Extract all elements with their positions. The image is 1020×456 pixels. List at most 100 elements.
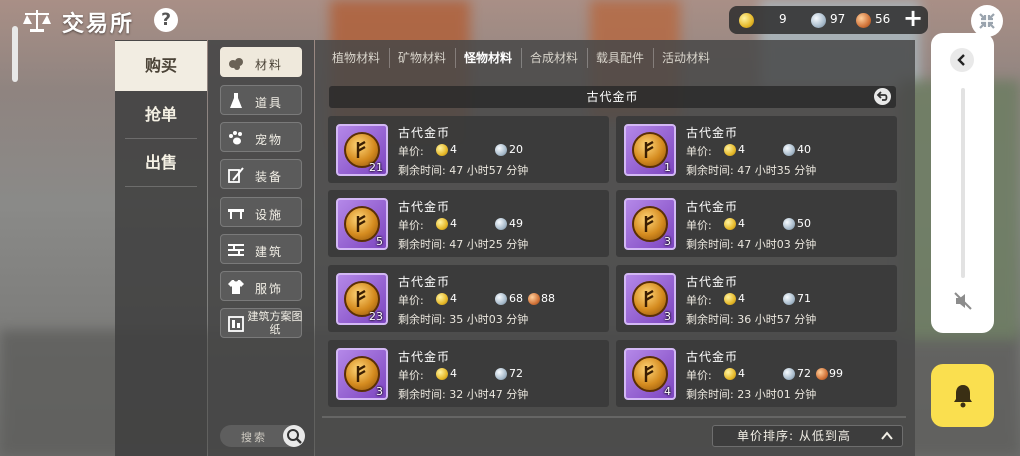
item-quantity: 21 [369,161,383,174]
gold-coin-icon [436,218,448,230]
silver-coin-icon [783,144,795,156]
copper-amount: 56 [875,12,891,26]
price-label: 单价: [686,219,712,232]
item-name: 古代金币 [686,275,739,289]
subcategory-clothing[interactable]: 服饰 [220,271,302,301]
time-remaining: 剩余时间: 47 小时35 分钟 [686,164,817,177]
search-button[interactable] [283,425,305,447]
subcategory-label: 设施 [255,208,284,222]
silver-amount: 97 [830,12,846,26]
subcategory-label: 建筑 [255,245,284,259]
subcategory-facilities[interactable]: 设施 [220,197,302,227]
tab-buy-label: 购买 [144,56,177,75]
price-gold: 4 [738,292,745,305]
item-name: 古代金币 [398,275,451,289]
bell-icon [954,385,972,408]
price-gold: 4 [450,143,457,156]
subcategory-props[interactable]: 道具 [220,85,302,115]
listing-card[interactable]: 4 古代金币 单价: 4 72 99 剩余时间: 23 小时01 分钟 [616,340,897,407]
subcategory-label: 建筑方案图纸 [247,310,303,336]
price-label: 单价: [686,145,712,158]
price-gold: 4 [738,217,745,230]
side-panel-back-button[interactable] [950,48,974,72]
tab-monster-materials[interactable]: 怪物材料 [460,48,516,68]
volume-slider[interactable] [961,88,965,278]
subcategory-pets[interactable]: 宠物 [220,122,302,152]
paw-icon [229,131,242,145]
tab-crafted-materials[interactable]: 合成材料 [526,48,582,68]
listing-card[interactable]: 21 古代金币 单价: 4 20 剩余时间: 47 小时57 分钟 [328,116,609,183]
item-name: 古代金币 [398,126,451,140]
tab-event-materials[interactable]: 活动材料 [658,48,714,68]
subcategory-equipment[interactable]: 装备 [220,159,302,189]
time-remaining: 剩余时间: 32 小时47 分钟 [398,388,529,401]
listing-card[interactable]: 3 古代金币 单价: 4 50 剩余时间: 47 小时03 分钟 [616,190,897,257]
item-thumbnail: 5 [336,198,388,250]
tab-separator [587,48,588,68]
rune-icon [644,290,654,307]
rune-icon [356,365,366,382]
potion-icon [230,93,242,108]
page-title: 交易所 [62,12,135,37]
subcategory-label: 材料 [255,58,284,72]
item-quantity: 3 [664,235,671,248]
ancient-gold-coin-icon [344,206,380,242]
listing-card[interactable]: 1 古代金币 单价: 4 40 剩余时间: 47 小时35 分钟 [616,116,897,183]
subcategory-label: 服饰 [255,282,284,296]
tab-sell[interactable]: 出售 [115,139,207,187]
tab-vehicle-parts[interactable]: 载具配件 [592,48,648,68]
tab-sell-label: 出售 [144,153,177,172]
subcategory-buildings[interactable]: 建筑 [220,234,302,264]
item-name: 古代金币 [686,350,739,364]
chevron-up-icon [881,431,893,440]
subcategory-materials[interactable]: 材料 [220,47,302,77]
gold-amount: 9 [779,12,787,26]
mute-icon[interactable] [953,291,973,311]
building-icon [228,244,244,256]
subcategory-label: 装备 [255,170,284,184]
rune-icon [356,290,366,307]
price-silver: 68 [509,292,523,305]
clothing-icon [228,280,244,294]
tab-buy[interactable]: 购买 [115,41,207,91]
side-panel [931,33,994,333]
tab-separator [653,48,654,68]
tab-grab-order[interactable]: 抢单 [115,91,207,139]
subcategory-label: 道具 [255,96,284,110]
tab-plant-materials[interactable]: 植物材料 [328,48,384,68]
item-thumbnail: 21 [336,124,388,176]
help-button[interactable]: ? [154,8,178,32]
rune-icon [644,141,654,158]
item-thumbnail: 3 [624,273,676,325]
tab-separator [389,48,390,68]
silver-coin-icon [495,293,507,305]
item-name: 古代金币 [398,350,451,364]
price-label: 单价: [398,145,424,158]
notification-button[interactable] [931,364,994,427]
sort-dropdown[interactable]: 单价排序: 从低到高 [712,425,903,447]
listing-card[interactable]: 23 古代金币 单价: 4 68 88 剩余时间: 35 小时03 分钟 [328,265,609,332]
subcategory-blueprints[interactable]: 建筑方案图纸 [220,308,303,338]
price-silver: 40 [797,143,811,156]
item-name: 古代金币 [686,126,739,140]
price-gold: 4 [450,367,457,380]
add-currency-button[interactable]: + [902,6,924,30]
silver-coin-icon [495,218,507,230]
item-thumbnail: 3 [624,198,676,250]
left-scroll-handle[interactable] [12,26,18,82]
price-label: 单价: [398,294,424,307]
tab-mineral-materials[interactable]: 矿物材料 [394,48,450,68]
listing-card[interactable]: 3 古代金币 单价: 4 71 剩余时间: 36 小时57 分钟 [616,265,897,332]
search-input[interactable]: 搜索 [220,425,305,447]
currency-bar: 9 97 56 + [729,6,928,34]
price-copper: 88 [541,292,555,305]
listing-card[interactable]: 5 古代金币 单价: 4 49 剩余时间: 47 小时25 分钟 [328,190,609,257]
item-quantity: 3 [376,385,383,398]
price-label: 单价: [398,369,424,382]
item-thumbnail: 4 [624,348,676,400]
search-placeholder: 搜索 [241,431,267,444]
item-quantity: 1 [664,161,671,174]
time-remaining: 剩余时间: 47 小时03 分钟 [686,238,817,251]
listing-card[interactable]: 3 古代金币 单价: 4 72 剩余时间: 32 小时47 分钟 [328,340,609,407]
back-button[interactable] [874,88,891,105]
